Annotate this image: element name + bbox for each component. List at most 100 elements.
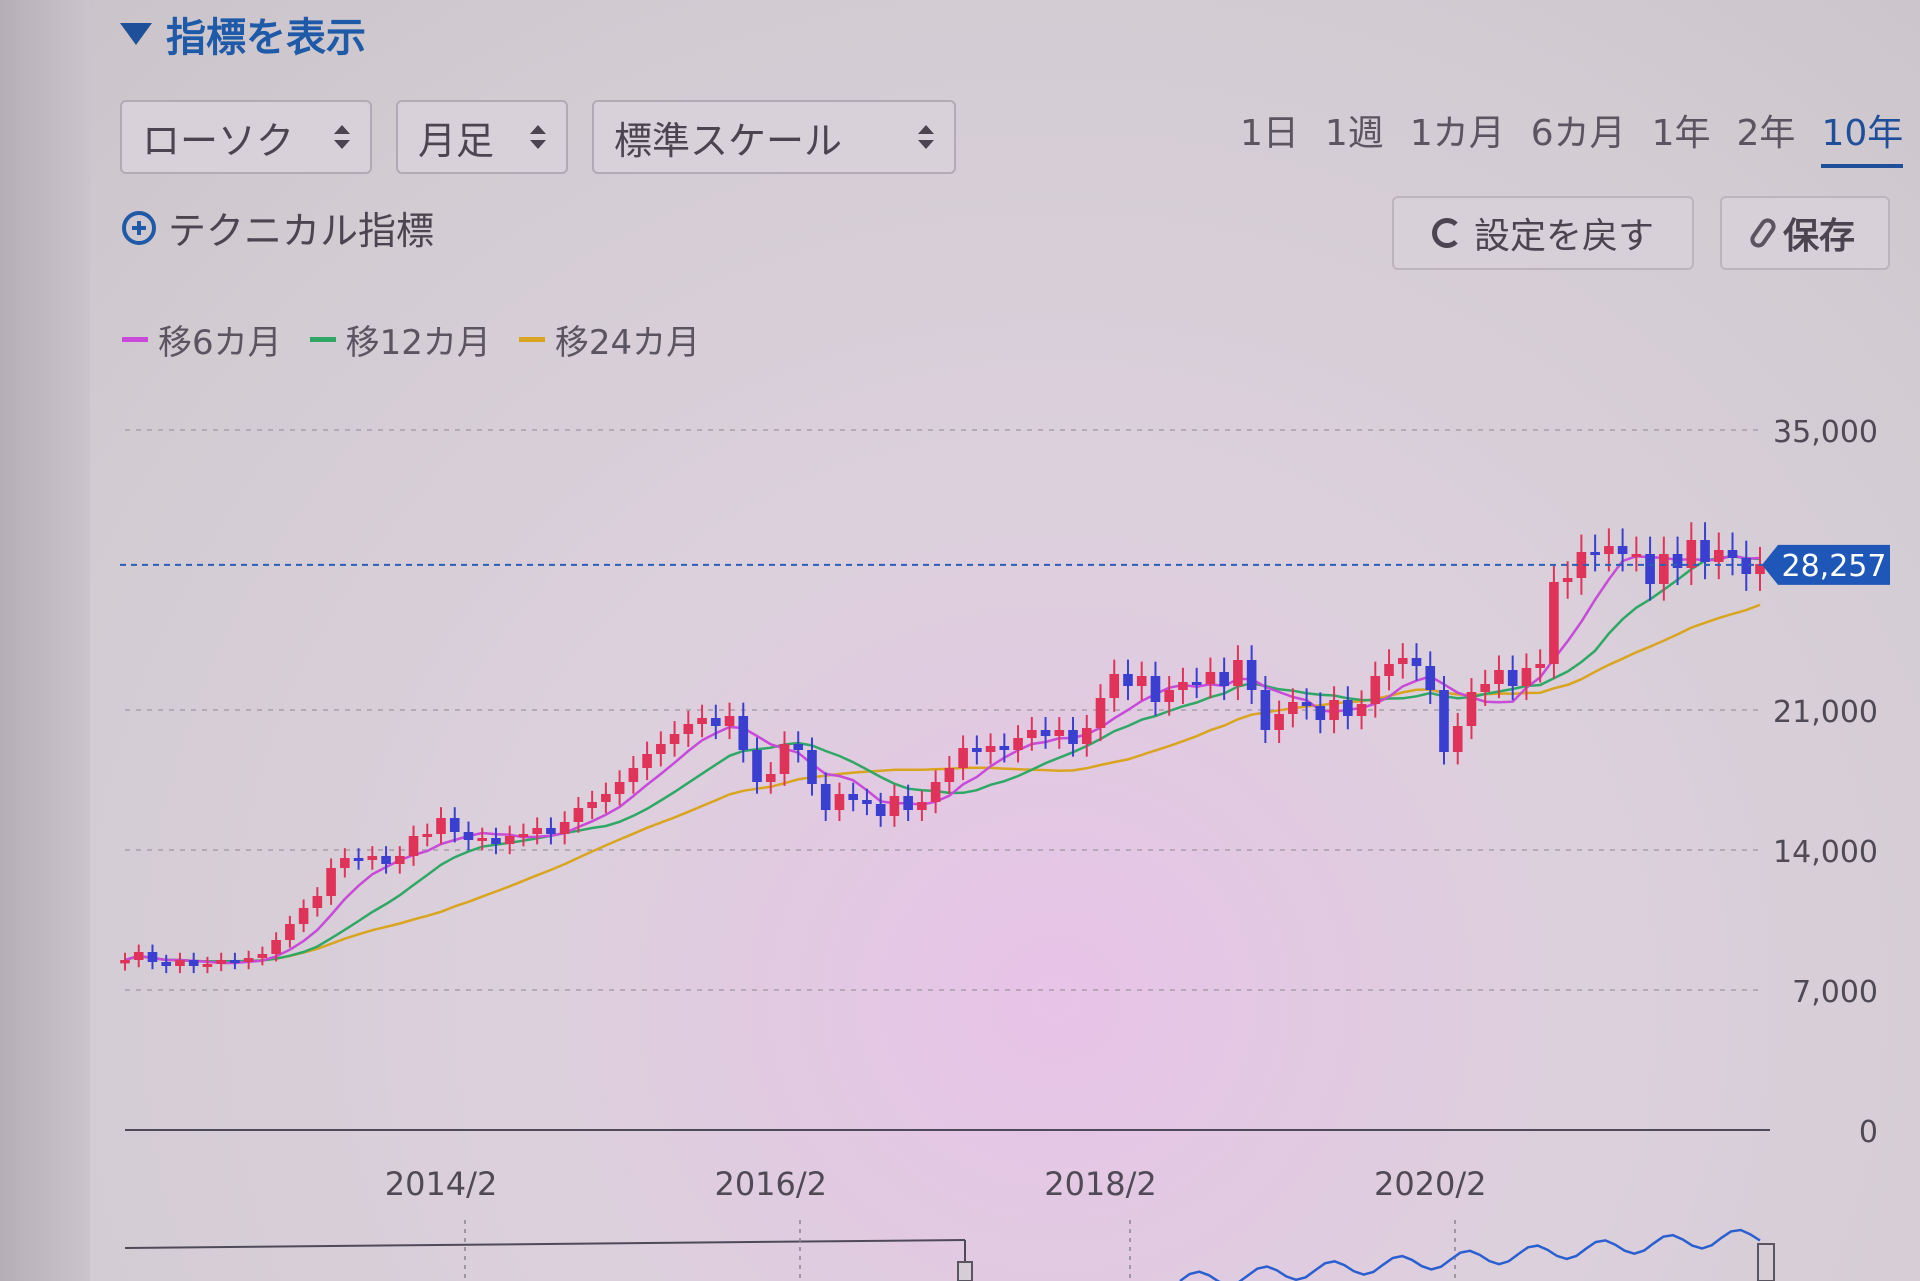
candle-body xyxy=(999,746,1010,750)
candle-body xyxy=(1026,730,1037,738)
candle-body xyxy=(807,750,817,784)
candle-body xyxy=(1494,670,1504,684)
candlestick-chart: 0 7,000 14,000 21,000 35,000 2014/2 2016/2 2018… xyxy=(120,415,1890,1281)
candle-body xyxy=(1343,700,1353,716)
candle-body xyxy=(1549,582,1559,664)
candle-body xyxy=(1136,676,1147,686)
candle-body xyxy=(1397,658,1408,664)
candle-body xyxy=(1219,672,1229,686)
candle-body xyxy=(1109,674,1120,698)
candle-body xyxy=(1301,702,1312,706)
y-tick-label: 14,000 xyxy=(1773,835,1878,870)
current-price-label: 28,257 xyxy=(1782,549,1887,584)
candle-body xyxy=(779,744,790,774)
candle-body xyxy=(1535,664,1545,668)
candle-body xyxy=(1645,554,1655,584)
candle-body xyxy=(257,954,268,958)
candle-body xyxy=(1713,550,1724,562)
candle-body xyxy=(1631,554,1642,557)
candle-body xyxy=(820,784,831,810)
candle-body xyxy=(161,962,172,966)
candle-body xyxy=(504,836,515,844)
candle-body xyxy=(408,836,419,856)
candle-body xyxy=(559,822,570,834)
candle-body xyxy=(1466,692,1477,726)
candle-body xyxy=(1480,684,1491,692)
candle-body xyxy=(1164,690,1175,702)
navigator-series-line xyxy=(1179,1228,1761,1281)
candle-body xyxy=(1081,728,1092,744)
candle-body xyxy=(1274,714,1284,730)
candle-body xyxy=(285,924,295,940)
ma12-line xyxy=(124,555,1761,963)
candle-body xyxy=(1521,668,1532,686)
candle-body xyxy=(1384,664,1394,676)
candle-body xyxy=(546,828,556,834)
candle-body xyxy=(298,908,309,924)
candle-body xyxy=(1370,676,1381,704)
candle-body xyxy=(326,868,336,896)
x-tick-label: 2020/2 xyxy=(1374,1165,1487,1203)
candle-body xyxy=(930,782,941,802)
candle-body xyxy=(1411,658,1422,666)
candle-body xyxy=(972,748,982,752)
candle-body xyxy=(1686,540,1697,568)
candle-body xyxy=(724,716,735,726)
candle-body xyxy=(1425,666,1436,690)
ma24-line xyxy=(124,603,1761,963)
candle-body xyxy=(614,782,625,794)
candle-body xyxy=(752,750,762,782)
candle-body xyxy=(1054,730,1065,736)
candle-body xyxy=(917,802,927,810)
candle-body xyxy=(738,716,749,750)
candle-body xyxy=(422,834,433,837)
candle-body xyxy=(669,734,680,744)
candle-body xyxy=(120,960,130,964)
candle-body xyxy=(271,940,281,954)
navigator-grip-right xyxy=(1757,1243,1775,1281)
candle-body xyxy=(243,958,254,962)
candle-body xyxy=(133,952,144,960)
candle-body xyxy=(697,718,707,724)
candle-body xyxy=(477,838,488,841)
candle-body xyxy=(765,774,776,782)
candle-body xyxy=(532,828,542,834)
navigator-range-line xyxy=(124,1239,966,1249)
candle-body xyxy=(1150,676,1161,702)
candle-body xyxy=(1260,690,1271,730)
candle-body xyxy=(601,794,611,802)
candle-body xyxy=(1315,706,1326,720)
candle-body xyxy=(958,748,968,768)
candle-body xyxy=(848,794,859,800)
candle-body xyxy=(573,808,584,822)
candle-body xyxy=(449,818,460,832)
candle-body xyxy=(230,960,240,963)
candle-body xyxy=(628,768,639,782)
candle-body xyxy=(381,856,391,864)
x-tick-label: 2016/2 xyxy=(714,1165,827,1203)
candle-body xyxy=(1727,550,1738,558)
candle-body xyxy=(1329,700,1339,720)
candle-body xyxy=(1246,660,1257,690)
candle-body xyxy=(1672,554,1683,568)
candle-body xyxy=(862,800,872,804)
candle-body xyxy=(518,834,529,837)
candle-body xyxy=(656,744,666,754)
y-tick-label: 7,000 xyxy=(1792,975,1878,1010)
candle-body xyxy=(1741,558,1752,574)
candle-body xyxy=(216,960,226,964)
candle-body xyxy=(1439,690,1449,752)
candle-body xyxy=(202,964,213,967)
x-tick-label: 2014/2 xyxy=(385,1165,498,1203)
candle-body xyxy=(312,896,323,908)
candle-body xyxy=(491,838,501,844)
candle-body xyxy=(436,818,446,834)
candle-body xyxy=(1452,726,1463,752)
candle-body xyxy=(1604,546,1614,554)
y-tick-label: 21,000 xyxy=(1773,695,1878,730)
candle-body xyxy=(1356,704,1367,716)
candle-body xyxy=(875,804,886,816)
candle-body xyxy=(1590,552,1600,555)
candle-body xyxy=(147,952,158,962)
candle-body xyxy=(985,746,996,752)
